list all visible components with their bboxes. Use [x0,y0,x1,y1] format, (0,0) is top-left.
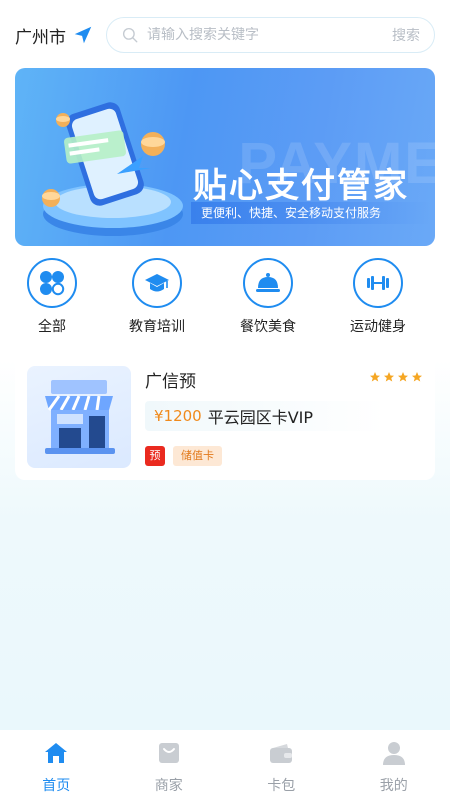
user-icon [382,741,405,765]
home-icon [45,742,68,763]
city-name: 广州市 [15,27,66,48]
category-all[interactable]: 全部 [7,258,97,336]
banner-subtitle: 更便利、快捷、安全移动支付服务 [191,202,431,224]
promo-banner[interactable]: PAYME 贴心支付管家 更便利、快捷、安全移动支付服务 [15,68,435,246]
category-education[interactable]: 教育培训 [112,258,202,336]
search-box[interactable]: 搜索 [106,17,435,53]
star-icon [384,372,394,382]
location-arrow-icon [74,26,92,44]
category-row: 全部 教育培训 餐饮美食 运动健身 [0,258,450,340]
shop-bag-icon [158,742,179,763]
search-icon [122,27,138,43]
product-price: ¥1200 [154,407,202,425]
wallet-icon [270,743,293,763]
category-food[interactable]: 餐饮美食 [223,258,313,336]
top-header: 广州市 搜索 [15,16,435,54]
tab-profile[interactable]: 我的 [349,740,439,795]
star-icon [398,372,408,382]
tab-label: 商家 [154,777,183,794]
store-thumbnail [27,366,131,468]
dumbbell-icon [367,276,389,290]
banner-title: 贴心支付管家 [193,166,409,206]
phone-payment-illustration [42,102,183,236]
star-icon [412,372,422,382]
merchant-badges: 预 储值卡 [145,446,222,466]
food-cloche-icon [256,273,280,292]
search-input[interactable] [147,27,392,43]
tab-label: 卡包 [267,777,296,794]
graduation-cap-icon [145,274,169,292]
product-pill[interactable]: ¥1200 平云园区卡VIP [145,401,385,431]
category-label: 运动健身 [350,319,406,335]
presale-badge: 预 [145,446,165,466]
tab-merchants[interactable]: 商家 [124,740,214,795]
storefront-icon [45,380,115,454]
category-label: 餐饮美食 [240,319,296,335]
search-button[interactable]: 搜索 [392,25,420,45]
category-fitness[interactable]: 运动健身 [333,258,423,336]
city-selector[interactable]: 广州市 [15,23,94,48]
bottom-tab-bar: 首页 商家 卡包 我的 [0,730,450,800]
tab-label: 我的 [379,777,408,794]
merchant-card[interactable]: 广信预 ¥1200 平云园区卡VIP 预 储值卡 [15,355,435,480]
grid-icon [40,271,65,296]
rating-stars [369,371,423,383]
tab-wallet[interactable]: 卡包 [236,740,326,795]
tab-label: 首页 [42,777,71,794]
category-label: 全部 [38,319,66,335]
app-page: 广州市 搜索 PAYME [0,0,450,800]
merchant-name: 广信预 [145,372,196,392]
category-label: 教育培训 [129,319,185,335]
card-type-badge: 储值卡 [173,446,222,466]
star-icon [370,372,380,382]
tab-home[interactable]: 首页 [11,740,101,795]
product-name: 平云园区卡VIP [207,408,314,427]
